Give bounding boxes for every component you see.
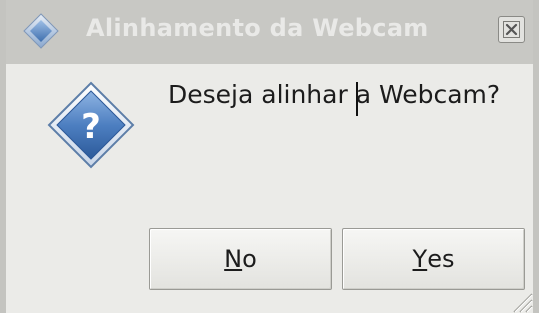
text-caret — [356, 82, 358, 116]
resize-grip-icon[interactable] — [505, 285, 533, 313]
no-button-mnemonic: N — [224, 245, 243, 273]
close-icon — [503, 21, 520, 38]
title-bar[interactable]: Alinhamento da Webcam — [6, 0, 533, 64]
yes-button-mnemonic: Y — [412, 245, 428, 273]
yes-button-label: es — [427, 245, 455, 273]
window-title: Alinhamento da Webcam — [86, 14, 429, 42]
no-button-label: o — [242, 245, 257, 273]
close-button[interactable] — [498, 16, 525, 43]
svg-text:?: ? — [81, 107, 101, 147]
dialog-message: Deseja alinhar a Webcam? — [168, 80, 501, 109]
yes-button[interactable]: Yes — [342, 228, 525, 290]
app-icon[interactable] — [22, 12, 60, 50]
no-button[interactable]: No — [149, 228, 332, 290]
dialog-window: Alinhamento da Webcam ? Deseja alinhar a… — [0, 0, 539, 313]
question-icon: ? — [47, 81, 135, 169]
